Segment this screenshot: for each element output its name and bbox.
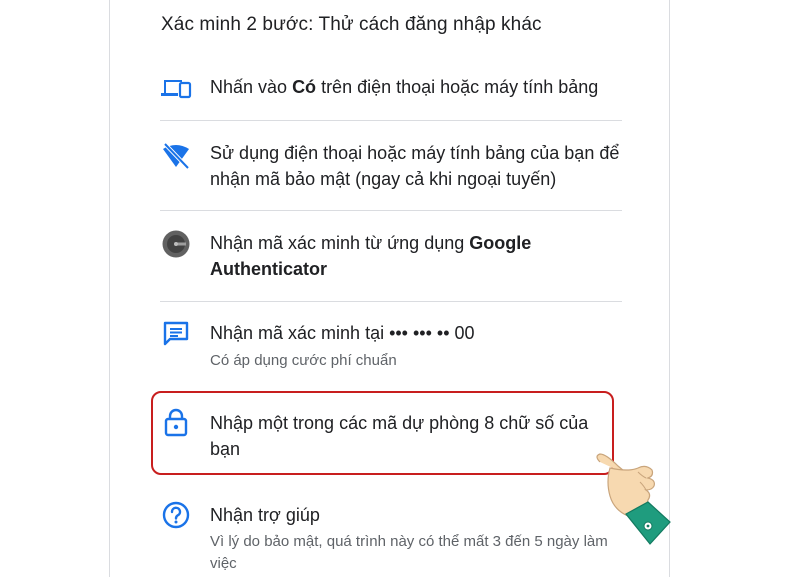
option-google-authenticator[interactable]: Nhận mã xác minh từ ứng dụng Google Auth… [160, 228, 622, 284]
option-tap-yes-label: Nhấn vào Có trên điện thoại hoặc máy tín… [210, 77, 599, 97]
option-google-authenticator-label: Nhận mã xác minh từ ứng dụng Google Auth… [210, 233, 532, 279]
option-sms-code[interactable]: Nhận mã xác minh tại ••• ••• •• 00 Có áp… [160, 318, 622, 374]
no-signal-phone-icon [160, 140, 192, 172]
option-sms-code-subtext: Có áp dụng cước phí chuẩn [210, 352, 397, 369]
divider [160, 210, 622, 211]
option-security-code-offline-label: Sử dụng điện thoại hoặc máy tính bảng củ… [210, 143, 620, 189]
highlight-box [151, 391, 614, 475]
devices-icon [160, 72, 192, 104]
page-title: Xác minh 2 bước: Thử cách đăng nhập khác [161, 14, 542, 35]
option-tap-yes[interactable]: Nhấn vào Có trên điện thoại hoặc máy tín… [160, 72, 622, 102]
divider [160, 120, 622, 121]
option-sms-code-label: Nhận mã xác minh tại ••• ••• •• 00 [210, 323, 475, 343]
option-get-help[interactable]: Nhận trợ giúp Vì lý do bảo mật, quá trìn… [160, 500, 622, 576]
option-security-code-offline[interactable]: Sử dụng điện thoại hoặc máy tính bảng củ… [160, 138, 622, 194]
option-get-help-subtext: Vì lý do bảo mật, quá trình này có thể m… [210, 533, 608, 572]
divider [160, 301, 622, 302]
google-authenticator-icon [160, 228, 192, 260]
option-get-help-label: Nhận trợ giúp [210, 505, 320, 525]
page: Xác minh 2 bước: Thử cách đăng nhập khác… [0, 0, 785, 577]
sms-message-icon [160, 318, 192, 350]
pointing-hand-icon [588, 450, 688, 550]
help-icon [160, 499, 192, 531]
